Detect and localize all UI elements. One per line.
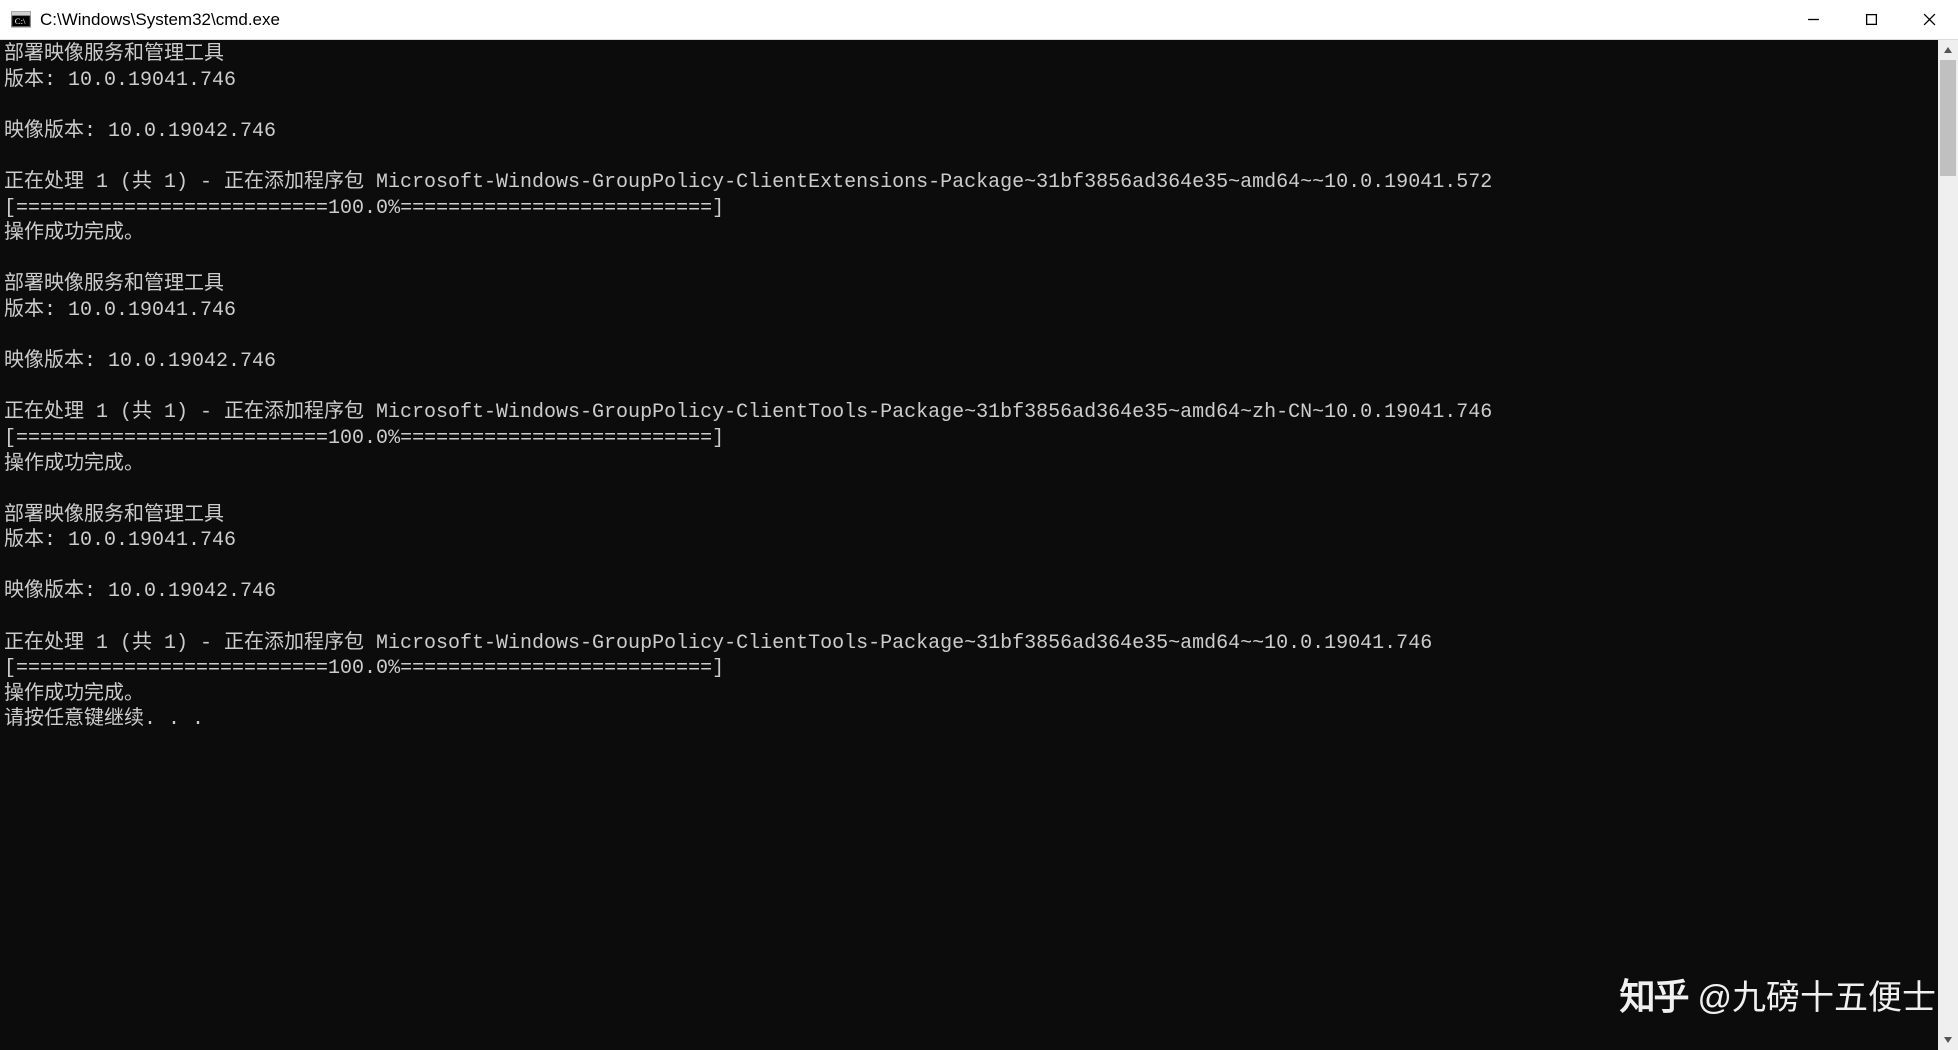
terminal-line (4, 324, 1934, 350)
terminal-line: 部署映像服务和管理工具 (4, 272, 1934, 298)
terminal-line: [==========================100.0%=======… (4, 426, 1934, 452)
scroll-up-button[interactable] (1938, 40, 1958, 60)
terminal-line: 部署映像服务和管理工具 (4, 503, 1934, 529)
terminal-line: 请按任意键继续. . . (4, 707, 1934, 733)
maximize-button[interactable] (1842, 0, 1900, 39)
terminal-line: [==========================100.0%=======… (4, 196, 1934, 222)
terminal-line: 操作成功完成。 (4, 221, 1934, 247)
scroll-down-button[interactable] (1938, 1030, 1958, 1050)
terminal-line: 版本: 10.0.19041.746 (4, 528, 1934, 554)
window-titlebar: C:\ C:\Windows\System32\cmd.exe (0, 0, 1958, 40)
vertical-scrollbar[interactable] (1938, 40, 1958, 1050)
terminal-line: 操作成功完成。 (4, 682, 1934, 708)
terminal-line: 正在处理 1 (共 1) - 正在添加程序包 Microsoft-Windows… (4, 170, 1934, 196)
terminal-line: 映像版本: 10.0.19042.746 (4, 579, 1934, 605)
terminal-line (4, 247, 1934, 273)
terminal-line: 操作成功完成。 (4, 452, 1934, 478)
terminal-line: 版本: 10.0.19041.746 (4, 298, 1934, 324)
terminal-line: 正在处理 1 (共 1) - 正在添加程序包 Microsoft-Windows… (4, 631, 1934, 657)
scrollbar-track[interactable] (1938, 60, 1958, 1030)
terminal-line (4, 375, 1934, 401)
terminal-line: 映像版本: 10.0.19042.746 (4, 349, 1934, 375)
terminal-line (4, 554, 1934, 580)
terminal-line (4, 93, 1934, 119)
terminal-line (4, 605, 1934, 631)
terminal-line (4, 477, 1934, 503)
window-title: C:\Windows\System32\cmd.exe (40, 10, 1784, 30)
terminal-line: 版本: 10.0.19041.746 (4, 68, 1934, 94)
terminal-line (4, 144, 1934, 170)
terminal-line: [==========================100.0%=======… (4, 656, 1934, 682)
terminal-output[interactable]: 部署映像服务和管理工具版本: 10.0.19041.746 映像版本: 10.0.… (0, 40, 1938, 1050)
terminal-line: 部署映像服务和管理工具 (4, 42, 1934, 68)
terminal-line: 映像版本: 10.0.19042.746 (4, 119, 1934, 145)
app-icon: C:\ (10, 9, 32, 31)
client-area: 部署映像服务和管理工具版本: 10.0.19041.746 映像版本: 10.0.… (0, 40, 1958, 1050)
close-button[interactable] (1900, 0, 1958, 39)
svg-text:C:\: C:\ (15, 15, 26, 25)
scrollbar-thumb[interactable] (1940, 60, 1956, 176)
terminal-line: 正在处理 1 (共 1) - 正在添加程序包 Microsoft-Windows… (4, 400, 1934, 426)
window-controls (1784, 0, 1958, 39)
minimize-button[interactable] (1784, 0, 1842, 39)
